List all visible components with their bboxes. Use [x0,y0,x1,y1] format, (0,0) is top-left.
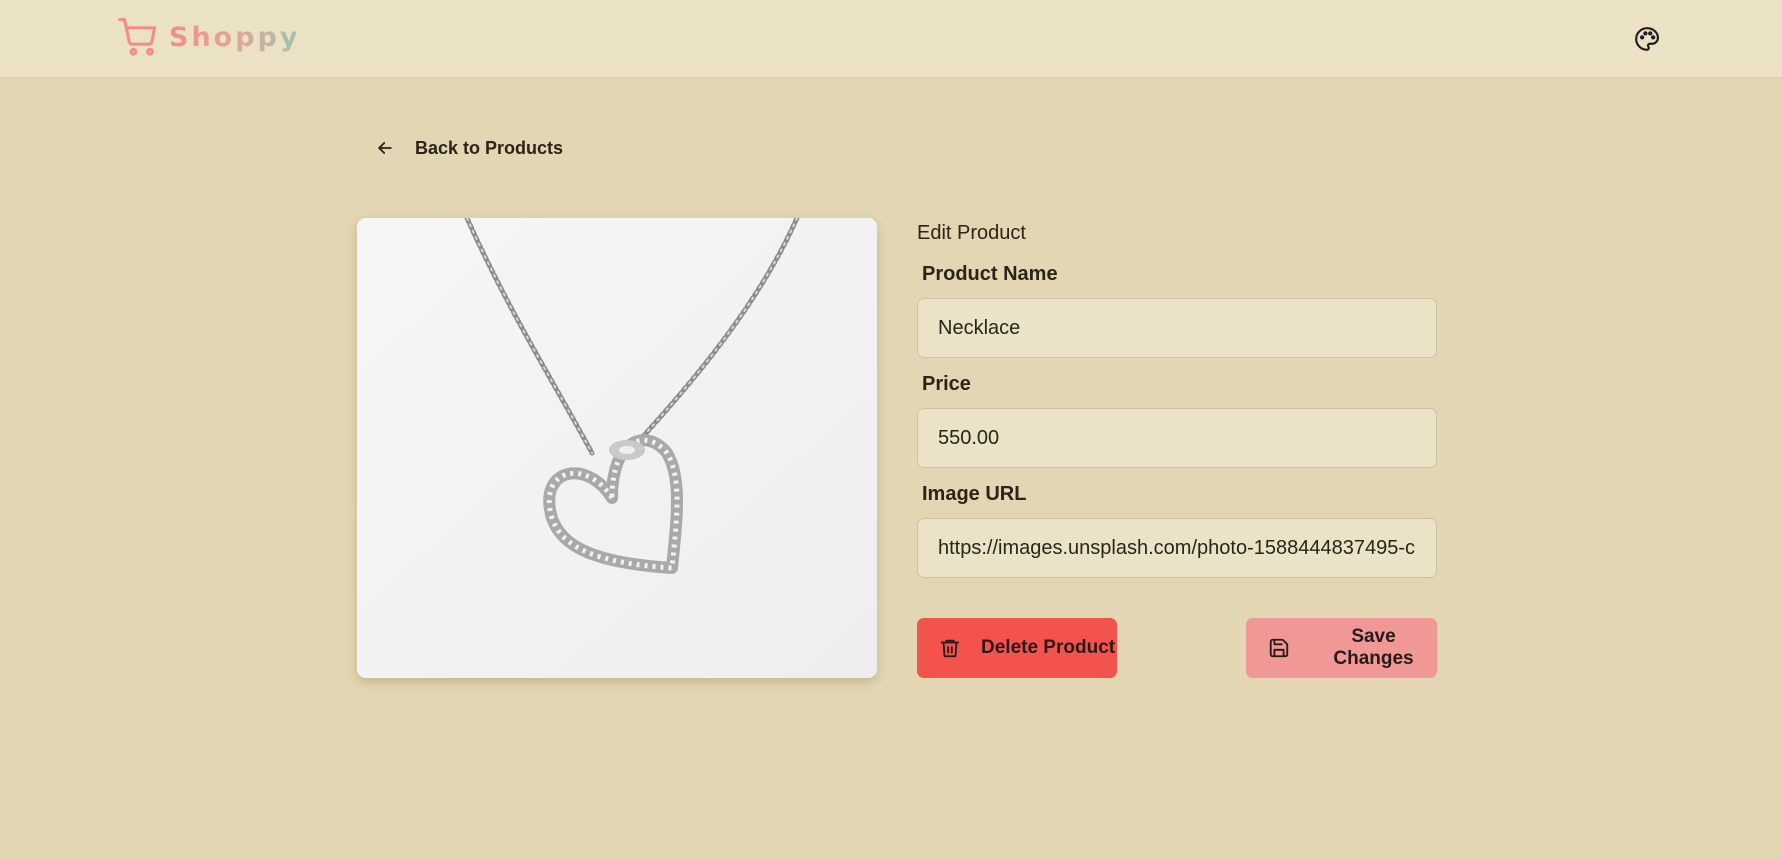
product-name-input[interactable] [917,298,1437,358]
trash-icon [939,637,961,659]
floppy-disk-icon [1268,637,1290,659]
product-image [357,218,877,678]
save-button-label: Save Changes [1333,626,1414,669]
image-url-input[interactable] [917,518,1437,578]
theme-toggle-button[interactable] [1632,24,1662,54]
delete-button-label: Delete Product [981,637,1116,658]
delete-product-button[interactable]: Delete Product [917,618,1117,678]
save-changes-button[interactable]: Save Changes [1246,618,1437,678]
palette-icon [1634,26,1660,52]
product-name-label: Product Name [922,263,1058,285]
brand-name: Shoppy [169,21,301,53]
back-to-products-link[interactable]: Back to Products [375,133,563,163]
price-input[interactable] [917,408,1437,468]
navbar: Shoppy [0,0,1782,78]
form-title: Edit Product [917,222,1026,244]
shopping-cart-icon [117,15,161,59]
price-label: Price [922,373,971,395]
brand-logo[interactable]: Shoppy [117,14,300,60]
back-link-label: Back to Products [415,137,564,158]
arrow-left-icon [375,138,395,158]
image-url-label: Image URL [922,483,1027,505]
